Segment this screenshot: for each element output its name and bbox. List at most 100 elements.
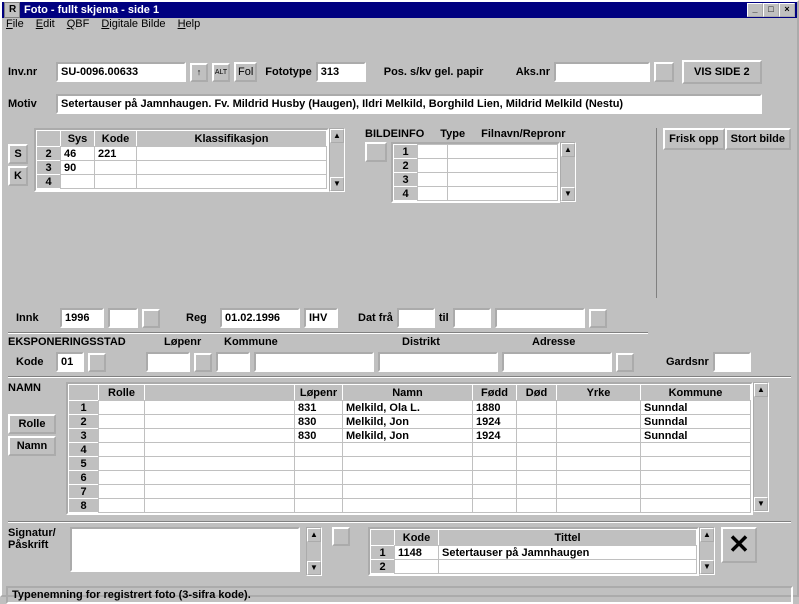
datfra-input[interactable]: [397, 308, 435, 328]
eks-adresse-lookup-button[interactable]: [616, 353, 634, 372]
tittel-grid[interactable]: Kode Tittel 11148Setertauser på Jamnhaug…: [368, 527, 699, 576]
dat-lookup-button[interactable]: [589, 309, 607, 328]
innk-lookup-button[interactable]: [142, 309, 160, 328]
innk-input[interactable]: [60, 308, 104, 328]
invnr-input[interactable]: [56, 62, 186, 82]
window-title: Foto - fullt skjema - side 1: [24, 4, 747, 16]
scroll-down-icon[interactable]: ▼: [330, 177, 344, 191]
table-row[interactable]: 3830Melkild, Jon1924Sunndal: [69, 429, 751, 443]
namn-grid[interactable]: Rolle Løpenr Namn Fødd Død Yrke Kommune …: [66, 382, 753, 515]
fototype-input[interactable]: [316, 62, 366, 82]
pos-label: Pos. s/kv gel. papir: [384, 66, 512, 78]
class-header-sys: Sys: [61, 131, 95, 147]
fol-button[interactable]: Fol: [234, 62, 257, 82]
frisk-opp-button[interactable]: Frisk opp: [663, 128, 725, 150]
tittel-scrollbar[interactable]: ▲ ▼: [699, 527, 715, 575]
signatur-label2: Påskrift: [8, 539, 64, 551]
bildeinfo-button[interactable]: [365, 142, 387, 162]
kode-label: Kode: [16, 356, 52, 368]
menu-help[interactable]: Help: [178, 18, 201, 30]
eks-distrikt-input[interactable]: [378, 352, 498, 372]
table-row[interactable]: 2: [371, 560, 697, 574]
bildeinfo-grid[interactable]: 1 2 3 4: [391, 142, 560, 203]
dat-extra-input[interactable]: [495, 308, 585, 328]
table-row[interactable]: 2830Melkild, Jon1924Sunndal: [69, 415, 751, 429]
eks-kode-lookup-button[interactable]: [88, 353, 106, 372]
menubar: File Edit QBF Digitale Bilde Help: [2, 18, 797, 30]
close-x-button[interactable]: ✕: [721, 527, 757, 563]
motiv-input[interactable]: [56, 94, 762, 114]
table-row[interactable]: 8: [69, 499, 751, 513]
fototype-label: Fototype: [265, 66, 311, 78]
table-row[interactable]: 4: [69, 443, 751, 457]
aksnr-input[interactable]: [554, 62, 650, 82]
scroll-up-icon[interactable]: ▲: [754, 383, 768, 397]
scroll-up-icon[interactable]: ▲: [561, 143, 575, 157]
table-row[interactable]: 11148Setertauser på Jamnhaugen: [371, 546, 697, 560]
rolle-button[interactable]: Rolle: [8, 414, 56, 434]
reg-input[interactable]: [220, 308, 300, 328]
class-grid-scrollbar[interactable]: ▲ ▼: [329, 128, 345, 192]
til-input[interactable]: [453, 308, 491, 328]
aksnr-lookup-button[interactable]: [654, 62, 674, 82]
signatur-lookup-button[interactable]: [332, 527, 350, 546]
eks-lopenr-lookup-button[interactable]: [194, 353, 212, 372]
distrikt-label: Distrikt: [402, 336, 532, 348]
namn-scrollbar[interactable]: ▲ ▼: [753, 382, 769, 512]
vis-side-2-button[interactable]: VIS SIDE 2: [682, 60, 762, 84]
bildeinfo-label: BILDEINFO: [365, 128, 424, 140]
menu-qbf[interactable]: QBF: [67, 18, 90, 30]
class-header-klass: Klassifikasjon: [137, 131, 327, 147]
table-row[interactable]: 6: [69, 471, 751, 485]
eksponering-heading: EKSPONERINGSSTAD: [8, 336, 164, 348]
namn-button[interactable]: Namn: [8, 436, 56, 456]
scroll-down-icon[interactable]: ▼: [561, 187, 575, 201]
table-row[interactable]: 7: [69, 485, 751, 499]
scroll-up-icon[interactable]: ▲: [700, 528, 714, 542]
k-button[interactable]: K: [8, 166, 28, 186]
status-bar: Typenemning for registrert foto (3-sifra…: [6, 586, 793, 604]
table-row[interactable]: 1831Melkild, Ola L.1880Sunndal: [69, 401, 751, 415]
up-button[interactable]: ↑: [190, 63, 208, 82]
close-button[interactable]: ×: [779, 3, 795, 17]
motiv-label: Motiv: [8, 98, 52, 110]
eks-kommune-input[interactable]: [254, 352, 374, 372]
scroll-up-icon[interactable]: ▲: [307, 528, 321, 542]
class-grid[interactable]: Sys Kode Klassifikasjon 246221 390 4: [34, 128, 329, 192]
scroll-down-icon[interactable]: ▼: [700, 560, 714, 574]
bildeinfo-scrollbar[interactable]: ▲ ▼: [560, 142, 576, 202]
gardsnr-input[interactable]: [713, 352, 751, 372]
signatur-scrollbar[interactable]: ▲ ▼: [306, 527, 322, 576]
stort-bilde-button[interactable]: Stort bilde: [725, 128, 791, 150]
menu-file[interactable]: File: [6, 18, 24, 30]
scroll-down-icon[interactable]: ▼: [307, 561, 321, 575]
maximize-button[interactable]: □: [763, 3, 779, 17]
namn-heading: NAMN: [8, 382, 62, 394]
eks-lopenr-input[interactable]: [146, 352, 190, 372]
s-button[interactable]: S: [8, 144, 28, 164]
signatur-textarea[interactable]: [70, 527, 300, 572]
class-header-kode: Kode: [95, 131, 137, 147]
eks-adresse-input[interactable]: [502, 352, 612, 372]
eks-k-input[interactable]: [216, 352, 250, 372]
menu-digitale-bilde[interactable]: Digitale Bilde: [101, 18, 165, 30]
reg-label: Reg: [186, 312, 216, 324]
scroll-down-icon[interactable]: ▼: [754, 497, 768, 511]
app-icon: [4, 2, 20, 18]
eks-kode-input[interactable]: [56, 352, 84, 372]
minimize-button[interactable]: _: [747, 3, 763, 17]
menu-edit[interactable]: Edit: [36, 18, 55, 30]
gardsnr-label: Gardsnr: [666, 356, 709, 368]
adresse-label: Adresse: [532, 336, 575, 348]
invnr-label: Inv.nr: [8, 66, 52, 78]
bilde-type-label: Type: [440, 128, 465, 140]
aksnr-label: Aks.nr: [516, 66, 550, 78]
innk-label: Innk: [16, 312, 56, 324]
ihv-input[interactable]: [304, 308, 338, 328]
alt-button[interactable]: ALT: [212, 63, 230, 82]
datfra-label: Dat frå: [358, 312, 393, 324]
innk-extra-input[interactable]: [108, 308, 138, 328]
table-row[interactable]: 5: [69, 457, 751, 471]
scroll-up-icon[interactable]: ▲: [330, 129, 344, 143]
lopenr-label: Løpenr: [164, 336, 224, 348]
